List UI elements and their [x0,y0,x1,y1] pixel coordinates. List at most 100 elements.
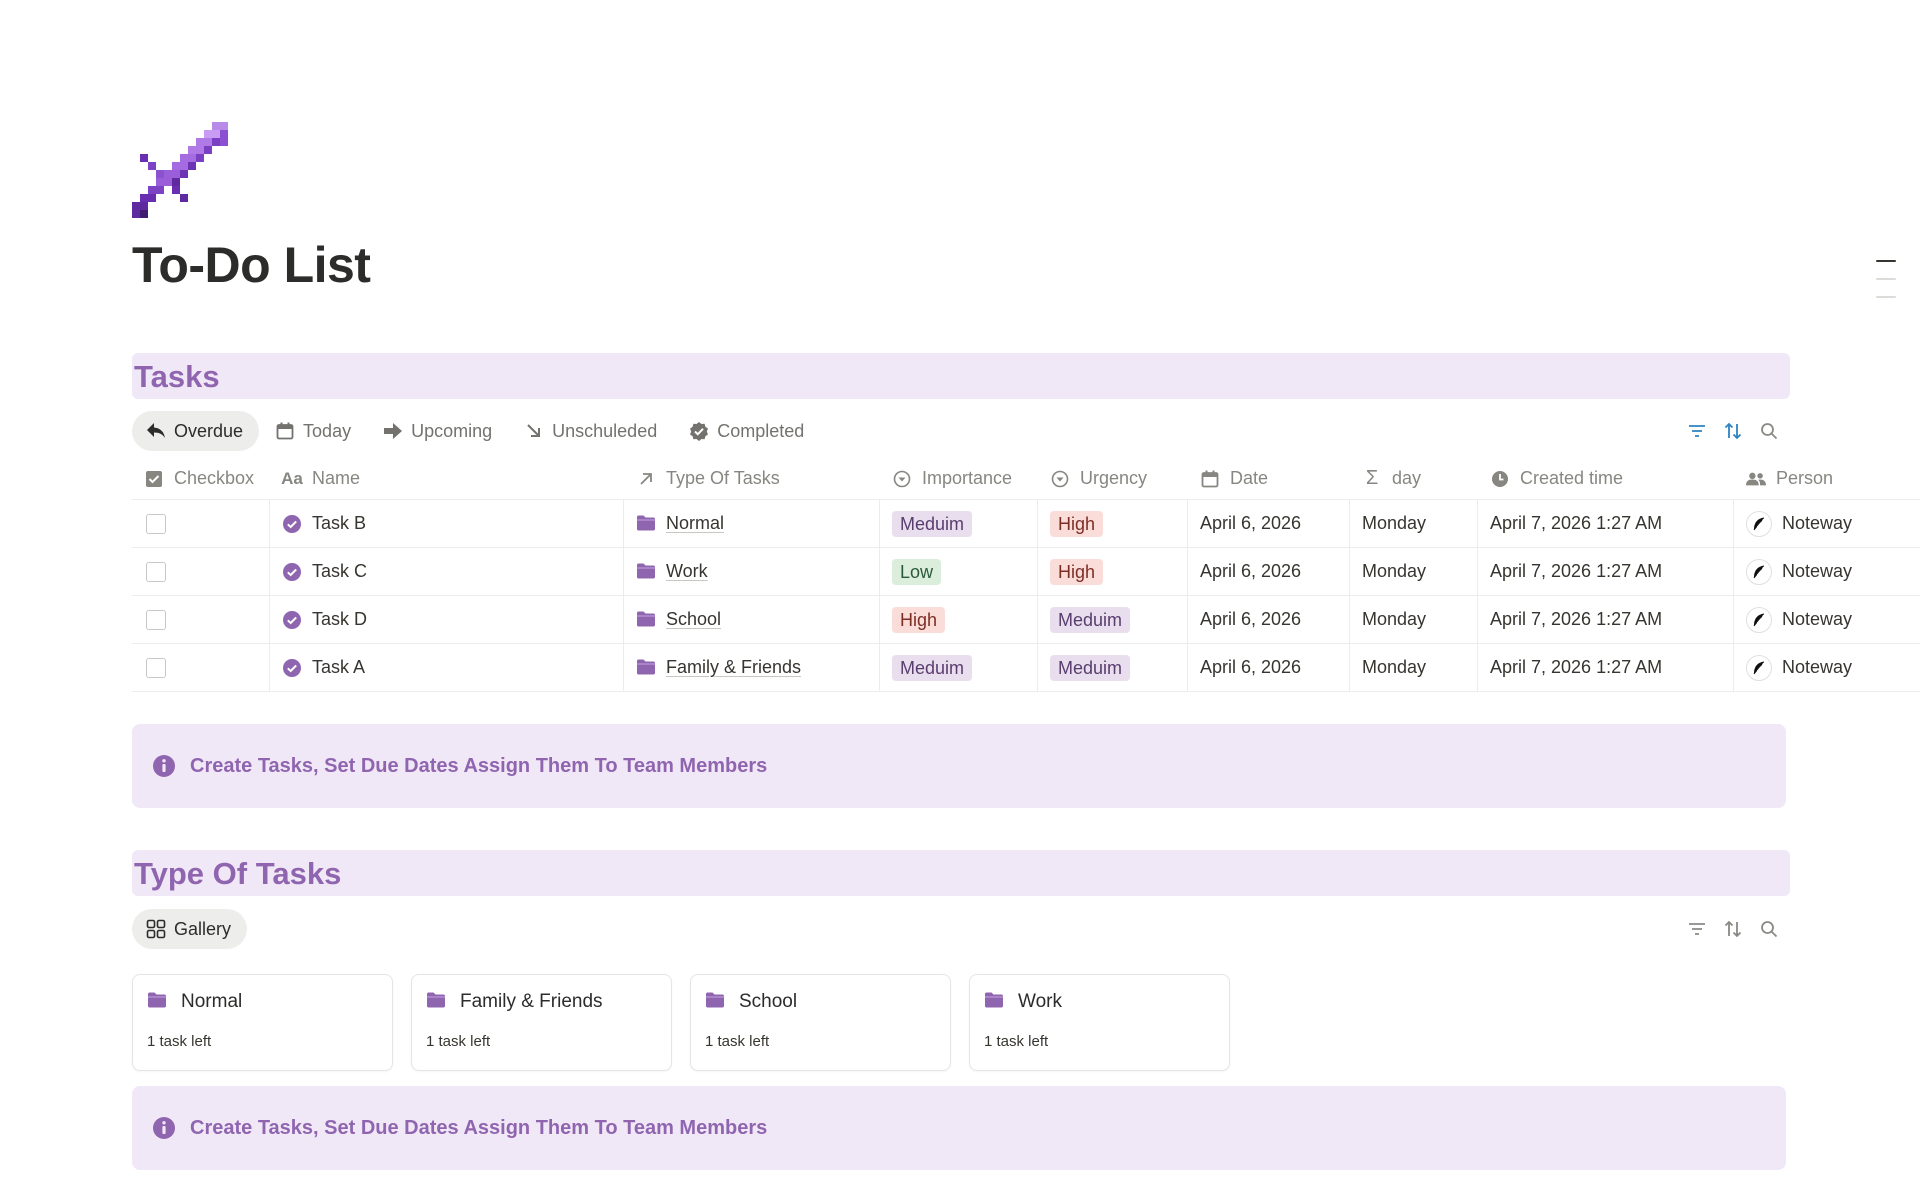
card-subtitle: 1 task left [426,1033,491,1050]
task-created-time: April 7, 2026 1:27 AM [1490,609,1663,629]
table-row[interactable]: Task B Normal Meduim High April 6, 2026 … [132,500,1920,548]
search-icon[interactable] [1758,918,1780,940]
task-checkbox[interactable] [146,561,166,582]
task-name: Task B [312,513,367,533]
table-of-contents-indicator[interactable] [1876,260,1896,314]
folder-icon [426,991,448,1013]
row-date-cell[interactable]: April 6, 2026 [1188,548,1350,595]
row-day-cell: Monday [1350,548,1478,595]
row-type-cell[interactable]: Family & Friends [624,644,880,691]
col-urgency-label: Urgency [1080,468,1148,488]
task-type-link[interactable]: Normal [666,513,724,534]
col-created-time[interactable]: Created time [1478,458,1734,499]
task-type-link[interactable]: School [666,609,721,630]
row-person-cell[interactable]: Noteway [1734,596,1920,643]
row-type-cell[interactable]: Normal [624,500,880,547]
row-date-cell[interactable]: April 6, 2026 [1188,500,1350,547]
row-name-cell[interactable]: Task D [270,596,624,643]
task-checkbox[interactable] [146,657,166,678]
card-title: Family & Friends [426,991,603,1013]
folder-icon [636,562,656,582]
tab-completed-label: Completed [717,420,805,441]
row-person-cell[interactable]: Noteway [1734,644,1920,691]
sort-icon[interactable] [1722,420,1744,442]
row-type-cell[interactable]: Work [624,548,880,595]
task-name: Task A [312,657,366,677]
avatar [1746,510,1772,537]
row-checkbox-cell [132,548,270,595]
row-name-cell[interactable]: Task A [270,644,624,691]
text-aa-icon: Aa [281,468,303,488]
tab-completed[interactable]: Completed [675,411,820,451]
row-created-cell: April 7, 2026 1:27 AM [1478,596,1734,643]
row-type-cell[interactable]: School [624,596,880,643]
tab-unscheduled[interactable]: Unschuleded [510,411,673,451]
row-person-cell[interactable]: Noteway [1734,500,1920,547]
gallery-cards: Normal 1 task left Family & Friends 1 ta… [132,974,1230,1071]
col-importance[interactable]: Importance [880,458,1038,499]
row-urgency-cell[interactable]: High [1038,500,1188,547]
sort-icon[interactable] [1722,918,1744,940]
check-circle-icon [282,514,302,534]
col-person[interactable]: Person [1734,458,1920,499]
gallery-card[interactable]: Normal 1 task left [132,974,393,1071]
info-icon [153,1117,175,1139]
row-name-cell[interactable]: Task B [270,500,624,547]
row-person-cell[interactable]: Noteway [1734,548,1920,595]
gallery-card[interactable]: School 1 task left [690,974,951,1071]
tab-upcoming[interactable]: Upcoming [369,411,508,451]
row-name-cell[interactable]: Task C [270,548,624,595]
col-day[interactable]: Σ day [1350,458,1478,499]
task-checkbox[interactable] [146,609,166,630]
tab-upcoming-label: Upcoming [411,420,493,441]
row-urgency-cell[interactable]: Meduim [1038,644,1188,691]
card-title: Normal [147,991,242,1013]
search-icon[interactable] [1758,420,1780,442]
col-checkbox[interactable]: Checkbox [132,458,270,499]
calendar-icon [1200,469,1220,489]
card-title-text: Normal [181,991,243,1012]
table-row[interactable]: Task C Work Low High April 6, 2026 Monda… [132,548,1920,596]
tasks-heading-text: Tasks [134,359,220,394]
row-importance-cell[interactable]: Meduim [880,500,1038,547]
filter-icon[interactable] [1686,918,1708,940]
row-urgency-cell[interactable]: High [1038,548,1188,595]
col-urgency[interactable]: Urgency [1038,458,1188,499]
row-importance-cell[interactable]: Meduim [880,644,1038,691]
select-icon [1050,469,1070,489]
col-date[interactable]: Date [1188,458,1350,499]
clock-icon [1490,469,1510,489]
person-name: Noteway [1782,609,1853,629]
row-urgency-cell[interactable]: Meduim [1038,596,1188,643]
col-day-label: day [1392,468,1422,488]
task-date: April 6, 2026 [1200,561,1302,581]
task-type-link[interactable]: Work [666,561,708,582]
row-importance-cell[interactable]: Low [880,548,1038,595]
row-day-cell: Monday [1350,596,1478,643]
row-day-cell: Monday [1350,500,1478,547]
table-row[interactable]: Task A Family & Friends Meduim Meduim Ap… [132,644,1920,692]
col-date-label: Date [1230,468,1269,488]
tab-gallery[interactable]: Gallery [132,909,248,949]
card-subtitle: 1 task left [984,1033,1049,1050]
task-type-link[interactable]: Family & Friends [666,657,801,678]
check-circle-icon [282,562,302,582]
folder-icon [636,658,656,678]
row-date-cell[interactable]: April 6, 2026 [1188,596,1350,643]
tasks-table: Checkbox Aa Name Type Of Tasks Importanc… [132,458,1920,692]
task-date: April 6, 2026 [1200,657,1302,677]
row-date-cell[interactable]: April 6, 2026 [1188,644,1350,691]
gallery-card[interactable]: Work 1 task left [969,974,1230,1071]
filter-icon[interactable] [1686,420,1708,442]
toc-line [1876,278,1896,280]
table-row[interactable]: Task D School High Meduim April 6, 2026 … [132,596,1920,644]
tasks-callout: Create Tasks, Set Due Dates Assign Them … [132,724,1786,808]
col-checkbox-label: Checkbox [174,468,255,488]
tab-overdue[interactable]: Overdue [132,411,260,451]
gallery-card[interactable]: Family & Friends 1 task left [411,974,672,1071]
tab-today[interactable]: Today [261,411,367,451]
col-type[interactable]: Type Of Tasks [624,458,880,499]
col-name[interactable]: Aa Name [270,458,624,499]
row-importance-cell[interactable]: High [880,596,1038,643]
task-checkbox[interactable] [146,513,166,534]
